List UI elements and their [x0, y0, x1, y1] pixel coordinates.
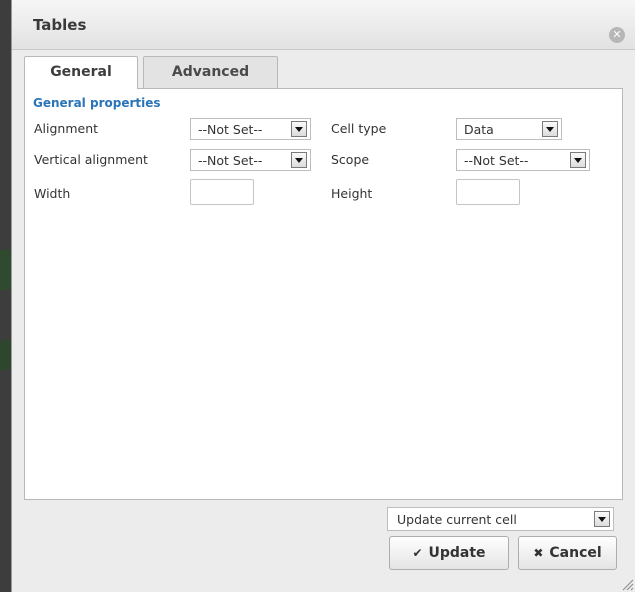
cancel-button-label: Cancel	[549, 545, 602, 561]
tab-advanced[interactable]: Advanced	[143, 56, 278, 88]
chevron-down-icon[interactable]	[291, 121, 307, 137]
cell-type-select[interactable]: Data	[456, 118, 562, 140]
dialog-title: Tables	[33, 16, 87, 34]
vertical-alignment-value: --Not Set--	[198, 153, 263, 168]
scope-value: --Not Set--	[464, 153, 529, 168]
tables-dialog: Tables ✕ General Advanced General proper…	[11, 0, 635, 592]
vertical-alignment-select[interactable]: --Not Set--	[190, 149, 311, 171]
update-scope-select[interactable]: Update current cell	[387, 507, 614, 531]
resize-grip-icon[interactable]	[621, 578, 634, 591]
background-window-edge	[0, 0, 11, 592]
cell-type-label: Cell type	[331, 121, 387, 136]
width-input[interactable]	[190, 179, 254, 205]
chevron-down-icon[interactable]	[542, 121, 558, 137]
scope-label: Scope	[331, 152, 370, 167]
height-input[interactable]	[456, 179, 520, 205]
chevron-down-icon[interactable]	[291, 152, 307, 168]
update-button-label: Update	[428, 545, 486, 561]
width-label: Width	[34, 186, 71, 201]
scope-select[interactable]: --Not Set--	[456, 149, 590, 171]
x-icon: ✖	[533, 546, 544, 560]
chevron-down-icon[interactable]	[570, 152, 586, 168]
close-icon[interactable]: ✕	[609, 27, 625, 43]
cancel-button[interactable]: ✖ Cancel	[518, 536, 617, 570]
general-panel: General properties Alignment --Not Set--…	[24, 88, 623, 500]
update-button[interactable]: ✔ Update	[389, 536, 509, 570]
cell-type-value: Data	[464, 122, 494, 137]
background-detail	[0, 250, 11, 290]
vertical-alignment-label: Vertical alignment	[34, 152, 148, 167]
dialog-titlebar[interactable]: Tables ✕	[12, 0, 635, 50]
height-label: Height	[331, 186, 373, 201]
section-title: General properties	[33, 96, 161, 110]
alignment-label: Alignment	[34, 121, 99, 136]
alignment-value: --Not Set--	[198, 122, 263, 137]
alignment-select[interactable]: --Not Set--	[190, 118, 311, 140]
chevron-down-icon[interactable]	[594, 511, 610, 527]
checkmark-icon: ✔	[412, 546, 423, 560]
update-scope-value: Update current cell	[397, 512, 517, 527]
tab-general[interactable]: General	[24, 56, 138, 89]
background-detail	[0, 340, 11, 370]
